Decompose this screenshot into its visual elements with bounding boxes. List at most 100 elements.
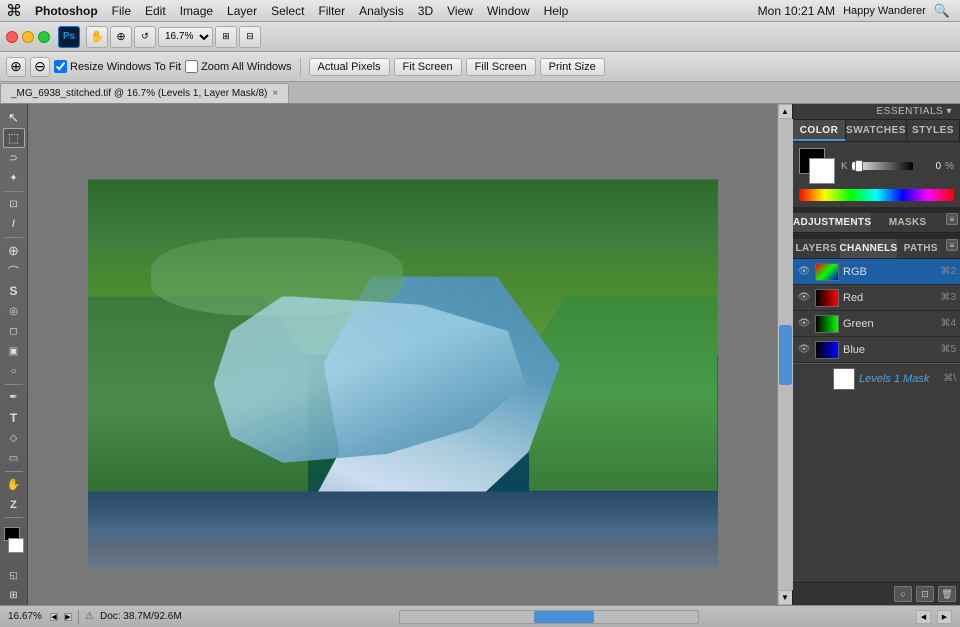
resize-windows-checkbox[interactable] — [54, 60, 67, 73]
k-slider[interactable] — [852, 162, 913, 170]
zoom-out-btn[interactable]: ⊖ — [30, 57, 50, 77]
filter-menu[interactable]: Filter — [311, 2, 352, 20]
new-channel-btn[interactable]: ○ — [894, 586, 912, 602]
apple-menu[interactable]: ⌘ — [6, 1, 22, 21]
pen-tool[interactable]: ✒ — [3, 388, 25, 407]
tab-adjustments[interactable]: ADJUSTMENTS — [793, 213, 871, 232]
tab-channels[interactable]: CHANNELS — [840, 239, 898, 258]
tab-paths[interactable]: PATHS — [897, 239, 944, 258]
zoom-tool[interactable]: Z — [3, 495, 25, 514]
channel-row-rgb[interactable]: 👁 RGB ⌘2 — [793, 259, 960, 285]
search-icon[interactable]: 🔍 — [934, 3, 950, 19]
hand-tool[interactable]: ✋ — [3, 475, 25, 494]
status-nav-prev[interactable]: ◀ — [50, 613, 58, 621]
edit-menu[interactable]: Edit — [138, 2, 173, 20]
scroll-up-arrow[interactable]: ▲ — [778, 104, 793, 119]
background-swatch[interactable] — [809, 158, 835, 184]
select-menu[interactable]: Select — [264, 2, 311, 20]
shape-tool[interactable]: ▭ — [3, 449, 25, 468]
scroll-down-arrow[interactable]: ▼ — [778, 590, 793, 605]
analysis-menu[interactable]: Analysis — [352, 2, 411, 20]
nav-btn[interactable]: ⊞ — [215, 26, 237, 48]
crop-tool[interactable]: ⊡ — [3, 195, 25, 214]
channel-eye-green[interactable]: 👁 — [797, 317, 811, 331]
layer-menu[interactable]: Layer — [220, 2, 264, 20]
print-size-btn[interactable]: Print Size — [540, 58, 605, 76]
image-menu[interactable]: Image — [173, 2, 220, 20]
gradient-tool[interactable]: ▣ — [3, 342, 25, 361]
zoom-in-btn[interactable]: ⊕ — [6, 57, 26, 77]
status-nav-next[interactable]: ▶ — [64, 613, 72, 621]
history-brush-tool[interactable]: ◎ — [3, 302, 25, 321]
zoom-all-checkbox[interactable] — [185, 60, 198, 73]
k-value[interactable]: 0 — [917, 161, 941, 172]
window-menu[interactable]: Window — [480, 2, 537, 20]
rotate-btn[interactable]: ↺ — [134, 26, 156, 48]
close-window-btn[interactable] — [6, 31, 18, 43]
eraser-tool[interactable]: ◻ — [3, 322, 25, 341]
scroll-left-arrow[interactable]: ◀ — [916, 610, 931, 624]
channel-eye-blue[interactable]: 👁 — [797, 343, 811, 357]
arrange-btn[interactable]: ⊟ — [239, 26, 261, 48]
layers-panel-menu[interactable]: ≡ — [946, 239, 958, 251]
levels-mask-row[interactable]: Levels 1 Mask ⌘\ — [793, 363, 960, 393]
heal-tool[interactable]: ⊕ — [3, 241, 25, 260]
doc-tab-close[interactable]: × — [272, 88, 278, 99]
move-tool[interactable]: ↖ — [3, 108, 25, 127]
path-select-tool[interactable]: ◇ — [3, 429, 25, 448]
scroll-track-vertical[interactable] — [778, 119, 793, 590]
brush-tool[interactable]: ⌒ — [3, 261, 25, 280]
channel-row-green[interactable]: 👁 Green ⌘4 — [793, 311, 960, 337]
channel-eye-rgb[interactable]: 👁 — [797, 265, 811, 279]
dodge-tool[interactable]: ○ — [3, 362, 25, 381]
screen-mode-btn[interactable]: ⊞ — [3, 586, 25, 605]
zoom-all-label[interactable]: Zoom All Windows — [185, 60, 291, 73]
help-menu[interactable]: Help — [537, 2, 576, 20]
clone-tool[interactable]: S — [3, 282, 25, 301]
tab-swatches[interactable]: SWATCHES — [846, 120, 907, 141]
scroll-right-arrow[interactable]: ▶ — [937, 610, 952, 624]
view-menu[interactable]: View — [440, 2, 480, 20]
status-bar: 16.67% ◀ ▶ ⚠ Doc: 38.7M/92.6M ◀ ▶ — [0, 605, 960, 627]
delete-channel-btn[interactable]: 🗑 — [938, 586, 956, 602]
eyedropper-tool[interactable]: / — [3, 215, 25, 234]
channel-eye-red[interactable]: 👁 — [797, 291, 811, 305]
channel-row-blue[interactable]: 👁 Blue ⌘5 — [793, 337, 960, 363]
zoom-select[interactable]: 16.7%25%50%100% — [158, 27, 213, 47]
type-tool[interactable]: T — [3, 409, 25, 428]
fit-screen-btn[interactable]: Fit Screen — [394, 58, 462, 76]
file-menu[interactable]: File — [105, 2, 138, 20]
tab-styles[interactable]: STYLES — [907, 120, 960, 141]
minimize-window-btn[interactable] — [22, 31, 34, 43]
3d-menu[interactable]: 3D — [411, 2, 440, 20]
load-channel-btn[interactable]: ⊡ — [916, 586, 934, 602]
scroll-thumb-horizontal[interactable] — [534, 611, 594, 623]
k-slider-thumb[interactable] — [855, 160, 863, 172]
adj-panel-menu[interactable]: ≡ — [946, 213, 958, 225]
app-name-menu[interactable]: Photoshop — [28, 2, 105, 20]
channel-thumb-green — [815, 315, 839, 333]
tab-layers[interactable]: LAYERS — [793, 239, 840, 258]
zoombtn[interactable]: ⊕ — [110, 26, 132, 48]
doc-tab-title: _MG_6938_stitched.tif @ 16.7% (Levels 1,… — [11, 88, 267, 99]
handtool-btn[interactable]: ✋ — [86, 26, 108, 48]
tab-masks[interactable]: MASKS — [871, 213, 944, 232]
horizontal-scrollbar[interactable] — [399, 610, 699, 624]
doc-tab[interactable]: _MG_6938_stitched.tif @ 16.7% (Levels 1,… — [0, 83, 289, 103]
channel-row-red[interactable]: 👁 Red ⌘3 — [793, 285, 960, 311]
lasso-tool[interactable]: ⊃ — [3, 149, 25, 168]
quick-mask-btn[interactable]: ◱ — [3, 566, 25, 585]
actual-pixels-btn[interactable]: Actual Pixels — [309, 58, 390, 76]
status-doc-info: Doc: 38.7M/92.6M — [100, 611, 182, 622]
fill-screen-btn[interactable]: Fill Screen — [466, 58, 536, 76]
spectrum-bar[interactable] — [799, 189, 954, 201]
background-color-swatch[interactable] — [8, 538, 24, 552]
vertical-scrollbar[interactable]: ▲ ▼ — [777, 104, 792, 605]
tab-color[interactable]: COLOR — [793, 120, 846, 141]
resize-windows-label[interactable]: Resize Windows To Fit — [54, 60, 181, 73]
marquee-tool[interactable]: ⬚ — [3, 128, 25, 147]
maximize-window-btn[interactable] — [38, 31, 50, 43]
scroll-thumb-vertical[interactable] — [779, 325, 792, 385]
magic-wand-tool[interactable]: ✦ — [3, 169, 25, 188]
essentials-label[interactable]: ESSENTIALS ▾ — [877, 106, 953, 117]
